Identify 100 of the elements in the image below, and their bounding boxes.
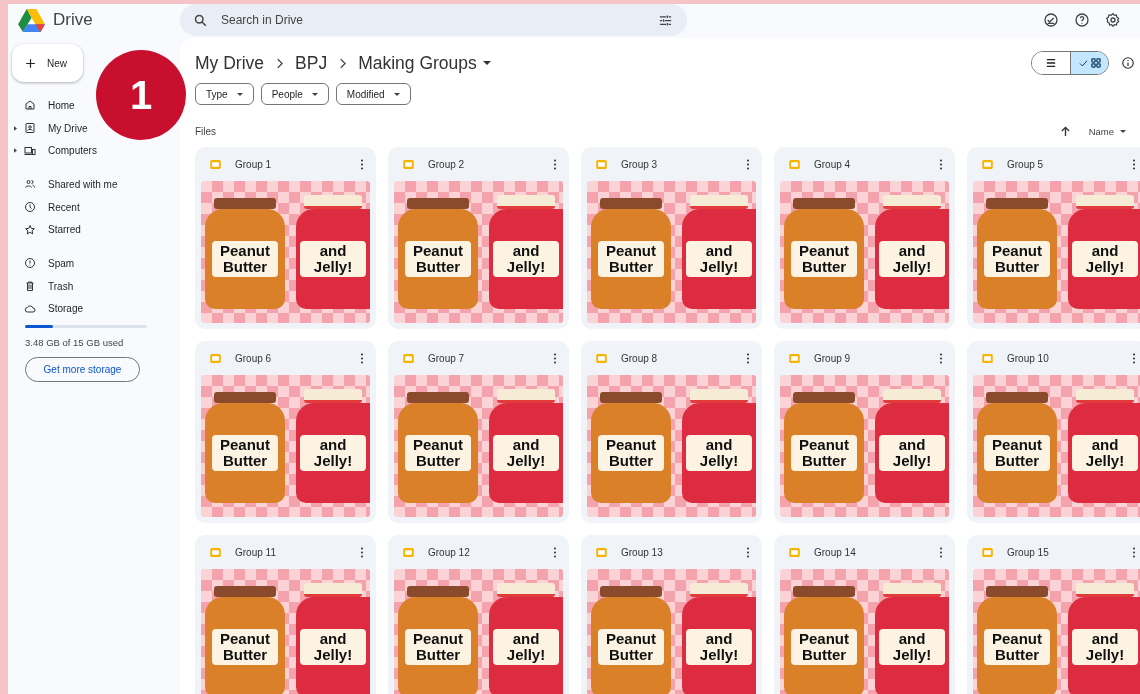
jar-label: Peanut Butter xyxy=(984,629,1050,665)
new-button[interactable]: New xyxy=(12,44,83,82)
file-card[interactable]: Group 7 Peanut Butter and Jelly! xyxy=(388,341,569,523)
jar-lid xyxy=(1076,389,1134,403)
slides-file-icon xyxy=(403,353,414,363)
computer-icon xyxy=(24,144,36,157)
jar-lid xyxy=(600,198,662,209)
drive-folder-icon xyxy=(24,122,36,135)
search-field[interactable]: Search in Drive xyxy=(180,4,687,36)
grid-view-button[interactable] xyxy=(1070,52,1108,74)
app-name: Drive xyxy=(53,10,93,30)
more-options-icon[interactable] xyxy=(939,546,943,558)
file-card[interactable]: Group 8 Peanut Butter and Jelly! xyxy=(581,341,762,523)
storage-usage-text: 3.48 GB of 15 GB used xyxy=(25,337,125,349)
sort-by-button[interactable]: Name xyxy=(1080,125,1134,137)
nav-item[interactable]: Computers xyxy=(8,139,101,163)
jar-lid xyxy=(883,389,941,403)
more-options-icon[interactable] xyxy=(360,546,364,558)
search-icon[interactable] xyxy=(193,12,208,28)
nav-item[interactable]: Trash xyxy=(8,274,78,298)
file-card[interactable]: Group 10 Peanut Butter and Jelly! xyxy=(967,341,1140,523)
nav-item[interactable]: Recent xyxy=(8,195,84,219)
list-lines-icon xyxy=(1046,58,1056,68)
file-card[interactable]: Group 15 Peanut Butter and Jelly! xyxy=(967,535,1140,694)
jar-label: Peanut Butter xyxy=(405,629,471,665)
more-options-icon[interactable] xyxy=(553,158,557,170)
jar-lid xyxy=(690,583,748,597)
file-card[interactable]: Group 4 Peanut Butter and Jelly! xyxy=(774,147,955,329)
jar-label: Peanut Butter xyxy=(212,435,278,471)
file-card[interactable]: Group 9 Peanut Butter and Jelly! xyxy=(774,341,955,523)
slides-file-icon xyxy=(789,547,800,557)
file-card[interactable]: Group 3 Peanut Butter and Jelly! xyxy=(581,147,762,329)
more-options-icon[interactable] xyxy=(939,158,943,170)
more-options-icon[interactable] xyxy=(746,546,750,558)
file-card[interactable]: Group 2 Peanut Butter and Jelly! xyxy=(388,147,569,329)
breadcrumb-link[interactable]: BPJ xyxy=(295,52,328,74)
breadcrumb-link[interactable]: Making Groups xyxy=(358,52,477,74)
jar-lid xyxy=(986,198,1048,209)
file-card[interactable]: Group 1 Peanut Butter and Jelly! xyxy=(195,147,376,329)
nav-item[interactable]: Shared with me xyxy=(8,173,122,196)
expand-arrow-icon[interactable] xyxy=(14,148,17,154)
jar-label: Peanut Butter xyxy=(598,435,664,471)
jar-lid xyxy=(304,389,362,403)
breadcrumb-link[interactable]: My Drive xyxy=(195,52,265,74)
more-options-icon[interactable] xyxy=(360,158,364,170)
more-options-icon[interactable] xyxy=(1132,352,1136,364)
nav-item[interactable]: Home xyxy=(8,94,79,117)
dropdown-caret-icon[interactable] xyxy=(482,61,491,65)
jar-lid xyxy=(986,392,1048,403)
jar-label: and Jelly! xyxy=(300,629,366,665)
more-options-icon[interactable] xyxy=(746,158,750,170)
info-icon[interactable] xyxy=(1121,56,1135,70)
file-name: Group 12 xyxy=(428,546,471,558)
nav-item[interactable]: Starred xyxy=(8,218,85,242)
expand-arrow-icon[interactable] xyxy=(14,125,17,131)
file-name: Group 4 xyxy=(814,158,852,170)
jar-label: and Jelly! xyxy=(879,241,945,277)
filter-chip[interactable]: People xyxy=(260,83,329,105)
jar-lid xyxy=(690,389,748,403)
jar-lid xyxy=(214,392,276,403)
nav-item[interactable]: Storage xyxy=(8,297,88,321)
more-options-icon[interactable] xyxy=(553,546,557,558)
settings-icon[interactable] xyxy=(1105,12,1121,28)
jar-label: and Jelly! xyxy=(493,629,559,665)
help-icon[interactable] xyxy=(1074,12,1090,28)
file-card[interactable]: Group 11 Peanut Butter and Jelly! xyxy=(195,535,376,694)
more-options-icon[interactable] xyxy=(746,352,750,364)
nav-item[interactable]: Spam xyxy=(8,252,79,275)
file-card[interactable]: Group 13 Peanut Butter and Jelly! xyxy=(581,535,762,694)
file-name: Group 5 xyxy=(1007,158,1045,170)
file-name: Group 14 xyxy=(814,546,857,558)
more-options-icon[interactable] xyxy=(1132,546,1136,558)
grid-squares-icon xyxy=(1090,58,1101,68)
file-card[interactable]: Group 5 Peanut Butter and Jelly! xyxy=(967,147,1140,329)
jar-label: and Jelly! xyxy=(879,435,945,471)
jar-lid xyxy=(690,195,748,209)
caret-icon xyxy=(236,92,243,96)
sort-direction-arrow-icon[interactable] xyxy=(1059,125,1071,137)
slides-file-icon xyxy=(596,547,607,557)
status-check-icon[interactable] xyxy=(1043,12,1059,28)
clock-icon xyxy=(24,201,36,214)
more-options-icon[interactable] xyxy=(360,352,364,364)
file-name: Group 3 xyxy=(621,158,659,170)
jar-label: and Jelly! xyxy=(300,435,366,471)
filter-chip[interactable]: Modified xyxy=(335,83,411,105)
jar-lid xyxy=(793,586,855,597)
file-card[interactable]: Group 6 Peanut Butter and Jelly! xyxy=(195,341,376,523)
more-options-icon[interactable] xyxy=(553,352,557,364)
more-options-icon[interactable] xyxy=(1132,158,1136,170)
slides-file-icon xyxy=(596,159,607,169)
file-card[interactable]: Group 14 Peanut Butter and Jelly! xyxy=(774,535,955,694)
file-name: Group 2 xyxy=(428,158,466,170)
file-name: Group 1 xyxy=(235,158,273,170)
file-card[interactable]: Group 12 Peanut Butter and Jelly! xyxy=(388,535,569,694)
filter-chip[interactable]: Type xyxy=(195,83,254,105)
more-options-icon[interactable] xyxy=(939,352,943,364)
jar-lid xyxy=(407,586,469,597)
jar-label: Peanut Butter xyxy=(212,241,278,277)
people-icon xyxy=(24,178,36,191)
nav-item[interactable]: My Drive xyxy=(8,116,92,140)
